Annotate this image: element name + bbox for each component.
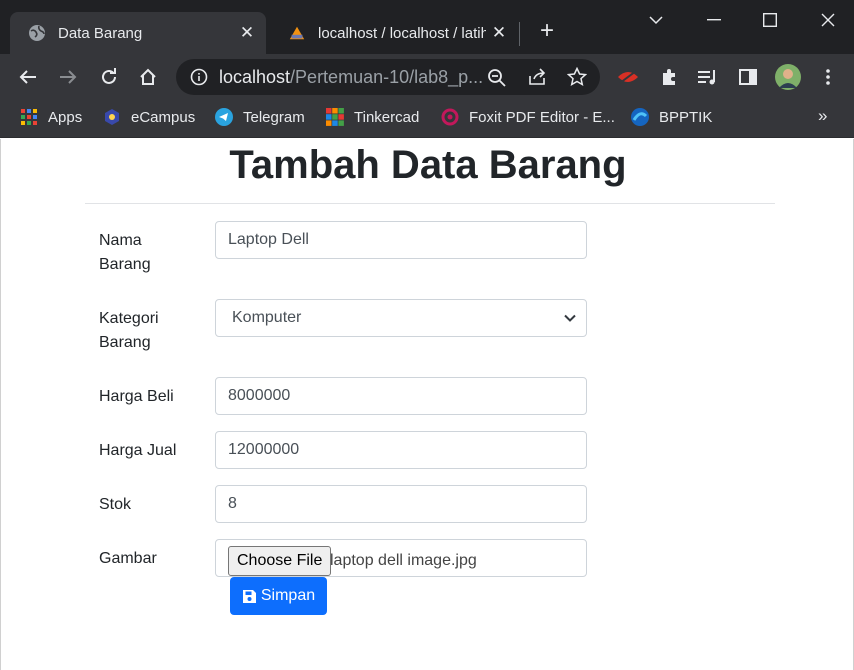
back-icon[interactable] xyxy=(13,62,43,92)
label-harga-jual: Harga Jual xyxy=(99,442,177,459)
label-harga-beli: Harga Beli xyxy=(99,388,174,405)
home-icon[interactable] xyxy=(133,62,163,92)
page-title: Tambah Data Barang xyxy=(229,143,627,187)
tab-separator xyxy=(519,22,520,46)
label-gambar: Gambar xyxy=(99,550,157,567)
close-tab-icon[interactable]: ✕ xyxy=(234,23,260,43)
close-tab-icon[interactable]: ✕ xyxy=(486,23,512,43)
chevron-down-icon xyxy=(564,300,576,336)
menu-kebab-icon[interactable] xyxy=(813,62,843,92)
label-stok: Stok xyxy=(99,496,132,513)
bookmark-foxit[interactable]: Foxit PDF Editor - E... xyxy=(441,100,615,134)
page-content: Tambah Data Barang Nama Barang Laptop De… xyxy=(0,139,854,670)
tab-title: Data Barang xyxy=(58,24,143,42)
share-icon[interactable] xyxy=(528,68,548,86)
kategori-select[interactable]: Komputer xyxy=(215,299,587,337)
bookmark-label: Tinkercad xyxy=(354,108,420,126)
bookmark-label: Foxit PDF Editor - E... xyxy=(469,108,615,126)
new-tab-icon[interactable]: + xyxy=(535,19,559,44)
label-kategori-barang: Kategori Barang xyxy=(99,310,159,351)
media-queue-icon[interactable] xyxy=(693,62,723,92)
harga-beli-input[interactable]: 8000000 xyxy=(215,377,587,415)
apps-grid-icon xyxy=(20,108,38,126)
reload-icon[interactable] xyxy=(94,62,124,92)
maximize-icon[interactable] xyxy=(750,6,790,34)
simpan-label: Simpan xyxy=(260,587,316,604)
bookmark-tinkercad[interactable]: Tinkercad xyxy=(326,100,419,134)
minimize-icon[interactable] xyxy=(694,6,734,34)
forward-icon[interactable] xyxy=(53,62,83,92)
bookmark-label: BPPTIK xyxy=(659,108,713,126)
choose-file-button[interactable]: Choose File xyxy=(228,546,332,576)
tab-data-barang[interactable]: Data Barang ✕ xyxy=(10,12,266,54)
bookmark-bpptik[interactable]: BPPTIK xyxy=(631,100,712,134)
site-info-icon[interactable] xyxy=(190,68,208,86)
kategori-selected-value: Komputer xyxy=(232,309,302,326)
ecampus-icon xyxy=(103,108,121,126)
browser-tab-bar: Data Barang ✕ localhost / localhost / la… xyxy=(0,0,854,54)
tinkercad-icon xyxy=(326,108,344,126)
globe-icon xyxy=(28,24,46,42)
tab-search-chevron-icon[interactable] xyxy=(636,6,676,34)
profile-avatar[interactable] xyxy=(773,62,803,92)
bookmark-apps[interactable]: Apps xyxy=(20,100,82,134)
gambar-file-input[interactable]: Choose File laptop dell image.jpg xyxy=(215,539,587,577)
tab-title: localhost / localhost / latih xyxy=(318,24,486,42)
label-nama-barang: Nama Barang xyxy=(99,232,151,273)
close-window-icon[interactable] xyxy=(808,6,848,34)
foxit-icon xyxy=(441,108,459,126)
simpan-button[interactable]: Simpan xyxy=(230,577,327,615)
nama-barang-input[interactable]: Laptop Dell xyxy=(215,221,587,259)
bookmark-telegram[interactable]: Telegram xyxy=(215,100,305,134)
phpmyadmin-icon xyxy=(288,24,306,42)
telegram-icon xyxy=(215,108,233,126)
tab-phpmyadmin[interactable]: localhost / localhost / latih ✕ xyxy=(270,12,518,54)
save-floppy-icon xyxy=(242,589,257,604)
bookmark-star-icon[interactable] xyxy=(567,67,587,87)
browser-toolbar: localhost/Pertemuan-10/lab8_p... xyxy=(0,54,854,100)
bookmarks-overflow-icon[interactable]: » xyxy=(818,106,827,126)
bookmark-label: eCampus xyxy=(131,108,196,126)
selected-file-name: laptop dell image.jpg xyxy=(330,552,477,569)
address-bar[interactable]: localhost/Pertemuan-10/lab8_p... xyxy=(176,59,600,95)
zoom-icon[interactable] xyxy=(487,68,507,88)
side-panel-icon[interactable] xyxy=(733,62,763,92)
bookmarks-bar: Apps eCampus Telegram Tinkercad Foxit PD… xyxy=(0,100,854,138)
harga-jual-input[interactable]: 12000000 xyxy=(215,431,587,469)
bpptik-icon xyxy=(631,108,649,126)
bookmark-ecampus[interactable]: eCampus xyxy=(103,100,195,134)
bookmark-label: Apps xyxy=(48,108,83,126)
extensions-puzzle-icon[interactable] xyxy=(654,62,684,92)
bookmark-label: Telegram xyxy=(243,108,305,126)
extension-eye-icon[interactable] xyxy=(613,62,643,92)
stok-input[interactable]: 8 xyxy=(215,485,587,523)
divider xyxy=(85,203,775,204)
url-text: localhost/Pertemuan-10/lab8_p... xyxy=(219,67,484,87)
